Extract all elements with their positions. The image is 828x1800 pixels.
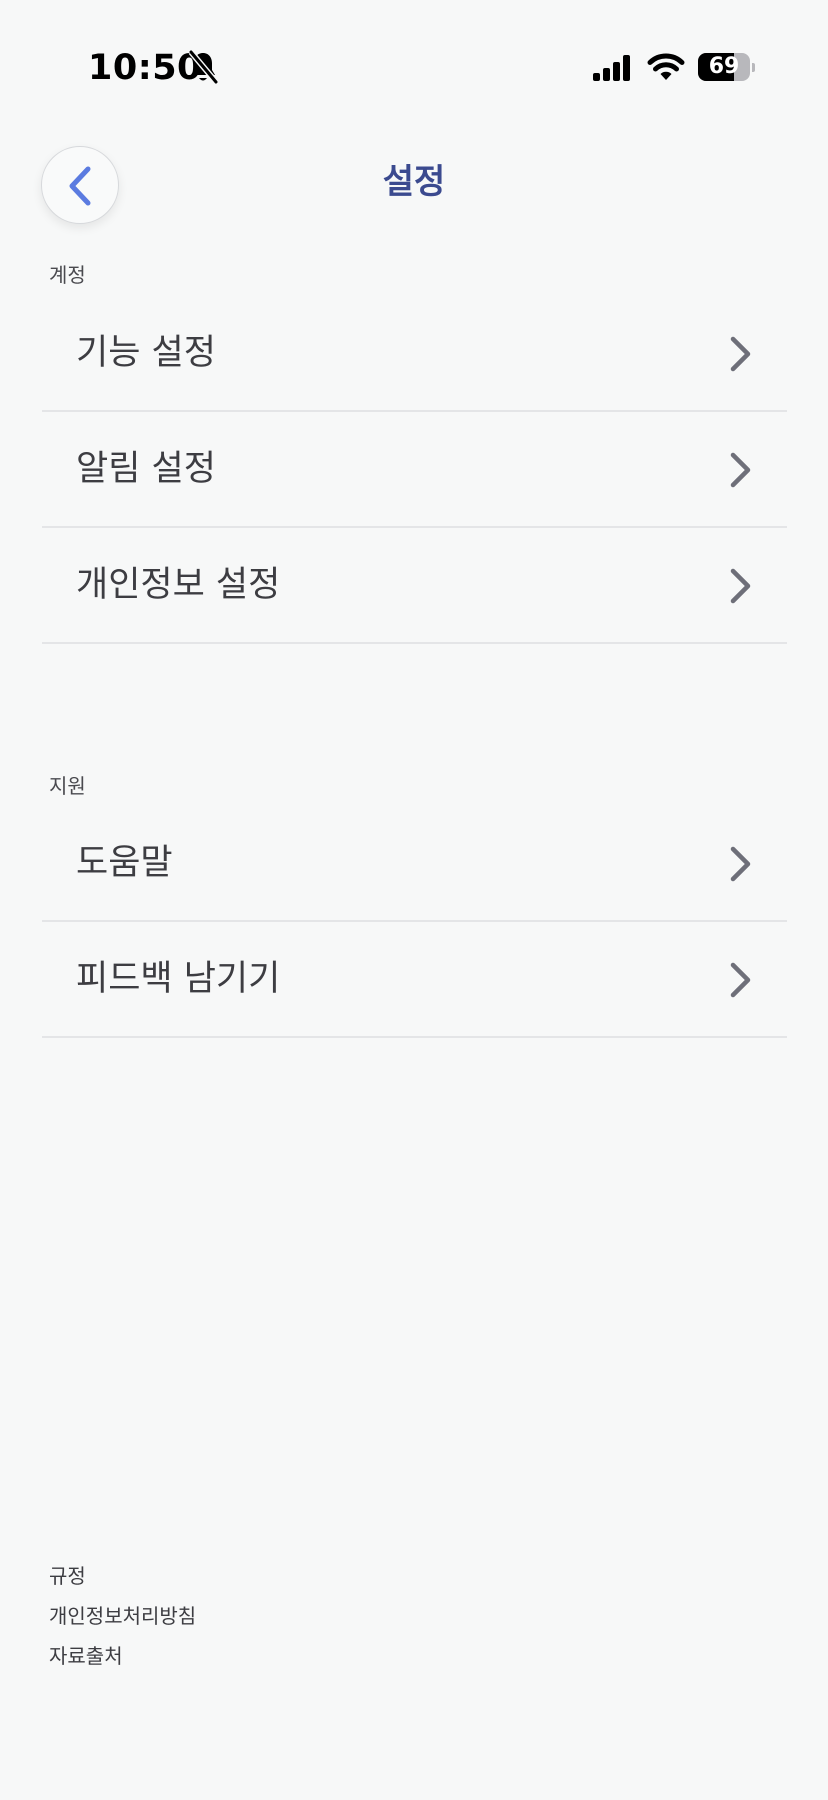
battery-indicator: 69 [698, 53, 755, 81]
menu-item-label: 알림 설정 [76, 449, 216, 489]
footer-links: 규정 개인정보처리방침 자료출처 [49, 1556, 196, 1676]
menu-item-label: 개인정보 설정 [76, 565, 281, 605]
menu-item-privacy-settings[interactable]: 개인정보 설정 [42, 528, 787, 644]
support-list: 도움말 피드백 남기기 [42, 806, 787, 1038]
menu-item-notification-settings[interactable]: 알림 설정 [42, 412, 787, 528]
wifi-icon [647, 53, 685, 80]
footer-link-privacy-policy[interactable]: 개인정보처리방침 [49, 1596, 196, 1636]
chevron-right-icon [730, 568, 751, 604]
footer-link-data-sources[interactable]: 자료출처 [49, 1636, 196, 1676]
cellular-signal-icon [593, 55, 630, 81]
account-settings-list: 기능 설정 알림 설정 개인정보 설정 [42, 296, 787, 644]
section-label-account: 계정 [49, 263, 86, 287]
menu-item-label: 기능 설정 [76, 333, 216, 373]
bell-slash-icon [188, 50, 218, 84]
chevron-right-icon [730, 452, 751, 488]
menu-item-feedback[interactable]: 피드백 남기기 [42, 922, 787, 1038]
status-bar: 10:50 69 [0, 0, 828, 100]
chevron-right-icon [730, 846, 751, 882]
chevron-right-icon [730, 336, 751, 372]
menu-item-label: 피드백 남기기 [76, 959, 281, 999]
menu-item-feature-settings[interactable]: 기능 설정 [42, 296, 787, 412]
menu-item-help[interactable]: 도움말 [42, 806, 787, 922]
menu-item-label: 도움말 [76, 843, 173, 883]
section-label-support: 지원 [49, 774, 86, 798]
battery-percentage: 69 [708, 54, 740, 79]
status-time: 10:50 [88, 48, 202, 88]
page-title: 설정 [382, 162, 446, 202]
chevron-right-icon [730, 962, 751, 998]
footer-link-terms[interactable]: 규정 [49, 1556, 196, 1596]
